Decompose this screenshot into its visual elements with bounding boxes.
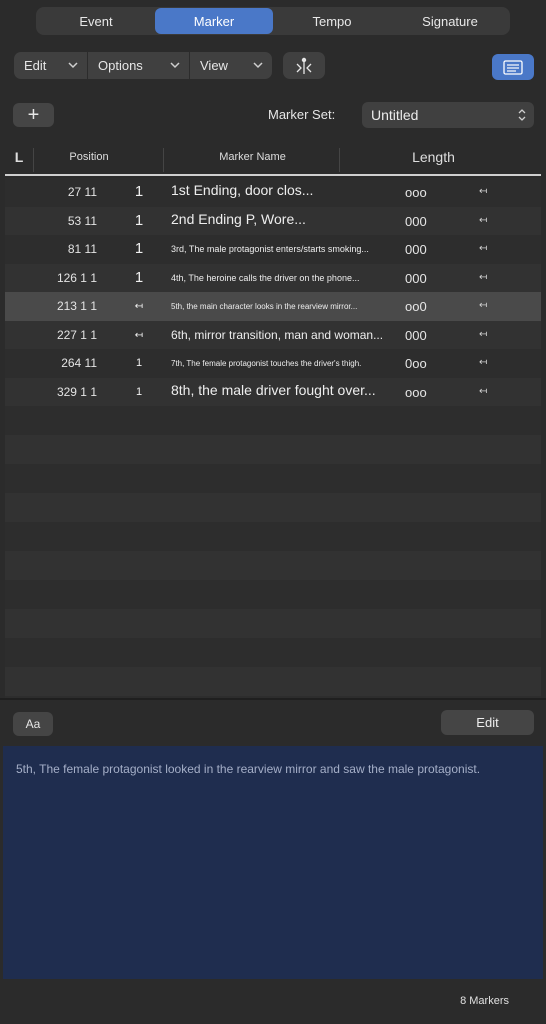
end-arrow-icon: ↤: [479, 300, 488, 311]
marker-name[interactable]: 2nd Ending P, Wore...: [171, 211, 391, 227]
tab-tempo[interactable]: Tempo: [273, 8, 391, 34]
column-divider: [163, 148, 164, 172]
marker-name[interactable]: 7th, The female protagonist touches the …: [171, 359, 391, 368]
marker-position[interactable]: 27 11: [5, 185, 97, 199]
view-menu-label: View: [200, 58, 228, 73]
status-bar: 8 Markers: [0, 979, 546, 1024]
chevron-down-icon: [253, 62, 263, 69]
marker-length[interactable]: 000: [405, 271, 435, 286]
marker-length[interactable]: 000: [405, 328, 435, 343]
marker-number: 1: [134, 183, 144, 200]
table-row[interactable]: 53 11 1 2nd Ending P, Wore... 000 ↤: [5, 206, 541, 235]
marker-set-value: Untitled: [371, 107, 419, 123]
empty-rows-area[interactable]: [5, 406, 541, 698]
marker-name[interactable]: 4th, The heroine calls the driver on the…: [171, 273, 391, 283]
chevron-down-icon: [170, 62, 180, 69]
font-button[interactable]: Aa: [13, 712, 53, 736]
marker-table-header: L Position Marker Name Length: [5, 140, 541, 176]
marker-length[interactable]: ooo: [405, 185, 435, 200]
marker-count: 8 Markers: [460, 995, 509, 1007]
end-arrow-icon: ↤: [479, 271, 488, 283]
list-view-icon: [503, 59, 523, 75]
table-row[interactable]: 264 11 1 7th, The female protagonist tou…: [5, 349, 541, 378]
marker-name-column-header[interactable]: Marker Name: [165, 140, 340, 174]
table-row[interactable]: 126 1 1 1 4th, The heroine calls the dri…: [5, 263, 541, 292]
edit-menu-label: Edit: [24, 58, 47, 73]
marker-length[interactable]: 000: [405, 242, 435, 257]
marker-name[interactable]: 5th, the main character looks in the rea…: [171, 302, 391, 311]
length-column-header[interactable]: Length: [340, 140, 527, 174]
table-row[interactable]: 329 1 1 1 8th, the male driver fought ov…: [5, 377, 541, 406]
marker-position[interactable]: 213 1 1: [5, 299, 97, 313]
marker-position[interactable]: 53 11: [5, 214, 97, 228]
view-menu[interactable]: View: [189, 52, 272, 79]
marker-name[interactable]: 6th, mirror transition, man and woman...: [171, 328, 391, 342]
marker-position[interactable]: 264 11: [5, 356, 97, 370]
marker-length[interactable]: 000: [405, 214, 435, 229]
marker-number: 1: [134, 240, 144, 257]
marker-length[interactable]: 0oo: [405, 356, 435, 371]
up-down-chevron-icon: [518, 109, 526, 121]
marker-number: 1: [134, 211, 144, 229]
marker-position[interactable]: 329 1 1: [5, 385, 97, 399]
marker-number: 1: [134, 268, 144, 286]
edit-menu[interactable]: Edit: [14, 52, 87, 79]
end-arrow-icon: ↤: [479, 186, 488, 197]
notes-divider: [0, 698, 546, 700]
snap-button[interactable]: [283, 52, 325, 79]
editor-tab-bar: Event Marker Tempo Signature: [36, 7, 510, 35]
marker-length[interactable]: ooo: [405, 385, 435, 400]
marker-number: ↤: [134, 301, 144, 312]
table-row[interactable]: 81 11 1 3rd, The male protagonist enters…: [5, 235, 541, 264]
tab-signature[interactable]: Signature: [391, 8, 509, 34]
add-marker-button[interactable]: +: [13, 103, 54, 127]
table-row-selected[interactable]: 213 1 1 ↤ 5th, the main character looks …: [5, 292, 541, 321]
tab-marker[interactable]: Marker: [155, 8, 273, 34]
position-column-header[interactable]: Position: [35, 140, 143, 174]
marker-note-text: 5th, The female protagonist looked in th…: [16, 762, 481, 776]
snap-to-position-icon: [296, 57, 312, 74]
marker-name[interactable]: 3rd, The male protagonist enters/starts …: [171, 244, 391, 254]
end-arrow-icon: ↤: [479, 328, 488, 340]
end-arrow-icon: ↤: [479, 385, 488, 397]
options-menu[interactable]: Options: [87, 52, 189, 79]
marker-number: 1: [135, 385, 143, 398]
marker-set-select[interactable]: Untitled: [362, 102, 534, 128]
marker-position[interactable]: 126 1 1: [5, 271, 97, 285]
marker-toolbar: Edit Options View: [14, 52, 272, 79]
marker-name[interactable]: 1st Ending, door clos...: [171, 182, 391, 198]
table-row[interactable]: 27 11 1 1st Ending, door clos... ooo ↤: [5, 178, 541, 207]
tab-event[interactable]: Event: [37, 8, 155, 34]
end-arrow-icon: ↤: [479, 357, 488, 368]
lock-column-header[interactable]: L: [5, 140, 33, 174]
marker-set-label: Marker Set:: [268, 107, 336, 122]
marker-name[interactable]: 8th, the male driver fought over...: [171, 382, 391, 398]
marker-length[interactable]: oo0: [405, 299, 435, 314]
marker-position[interactable]: 227 1 1: [5, 328, 97, 342]
chevron-down-icon: [68, 62, 78, 69]
marker-number: 1: [135, 357, 143, 369]
column-divider: [33, 148, 34, 172]
end-arrow-icon: ↤: [479, 243, 488, 254]
end-arrow-icon: ↤: [479, 214, 488, 226]
marker-note-area[interactable]: 5th, The female protagonist looked in th…: [3, 746, 543, 979]
list-view-button[interactable]: [492, 54, 534, 80]
marker-number: ↤: [134, 329, 144, 341]
marker-list: 27 11 1 1st Ending, door clos... ooo ↤ 5…: [5, 178, 541, 698]
edit-note-button[interactable]: Edit: [441, 710, 534, 735]
marker-position[interactable]: 81 11: [5, 242, 97, 256]
options-menu-label: Options: [98, 58, 143, 73]
table-row[interactable]: 227 1 1 ↤ 6th, mirror transition, man an…: [5, 320, 541, 349]
